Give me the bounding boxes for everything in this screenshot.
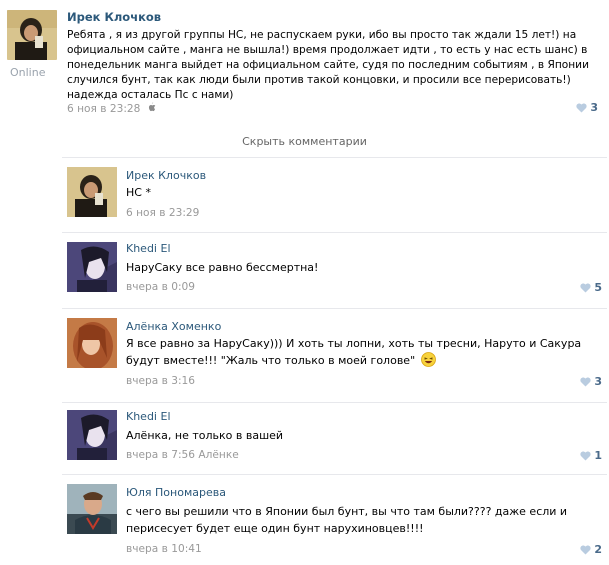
comment-text: Я все равно за НаруСаку))) И хоть ты лоп…	[126, 335, 596, 369]
comment: Юля Пономарева с чего вы решили что в Яп…	[62, 474, 607, 565]
comment-divider	[62, 308, 607, 309]
comment-divider	[62, 402, 607, 403]
post-date-text: 6 ноя в 23:28	[67, 103, 141, 115]
heart-icon	[580, 544, 591, 554]
comment-date[interactable]: вчера в 10:41	[126, 543, 202, 555]
comment-avatar[interactable]	[67, 410, 117, 460]
comment-avatar[interactable]	[67, 484, 117, 534]
post-date[interactable]: 6 ноя в 23:28	[67, 102, 156, 115]
apple-icon	[147, 102, 156, 115]
comment-divider	[62, 232, 607, 233]
comment-like-count: 2	[594, 543, 602, 556]
post-text: Ребята , я из другой группы НС, не распу…	[67, 29, 589, 101]
comment-like-count: 3	[594, 375, 602, 388]
comment: Khedi El Алёнка, не только в вашей вчера…	[62, 402, 607, 474]
comment-avatar[interactable]	[67, 167, 117, 217]
comment: Алёнка Хоменко Я все равно за НаруСаку))…	[62, 308, 607, 402]
comment-date[interactable]: вчера в 3:16	[126, 375, 195, 387]
comment: Khedi El НаруСаку все равно бессмертна! …	[62, 232, 607, 306]
post-author-avatar[interactable]	[7, 10, 57, 60]
comment-author[interactable]: Ирек Клочков	[126, 169, 206, 182]
comment-date[interactable]: вчера в 0:09	[126, 281, 195, 293]
comment-author[interactable]: Алёнка Хоменко	[126, 320, 221, 333]
comment-divider	[62, 474, 607, 475]
heart-icon	[576, 102, 587, 112]
comment-avatar[interactable]	[67, 318, 117, 368]
post-like-button[interactable]: 3	[576, 101, 598, 114]
heart-icon	[580, 450, 591, 460]
post-author-name[interactable]: Ирек Клочков	[67, 10, 161, 24]
comment-like-button[interactable]: 1	[580, 449, 602, 462]
comment-author[interactable]: Khedi El	[126, 242, 171, 255]
comment: Ирек Клочков НС * 6 ноя в 23:29	[62, 157, 607, 227]
comment-author[interactable]: Khedi El	[126, 410, 171, 423]
comment-like-count: 5	[594, 281, 602, 294]
comment-reply-to[interactable]: Алёнке	[198, 449, 238, 461]
hide-comments-link[interactable]: Скрыть комментарии	[0, 135, 609, 148]
comment-avatar[interactable]	[67, 242, 117, 292]
comment-text: с чего вы решили что в Японии был бунт, …	[126, 505, 568, 535]
comment-like-button[interactable]: 2	[580, 543, 602, 556]
comment-date[interactable]: вчера в 7:56	[126, 449, 195, 461]
comment-like-button[interactable]: 3	[580, 375, 602, 388]
comment-author[interactable]: Юля Пономарева	[126, 486, 226, 499]
comment-date[interactable]: 6 ноя в 23:29	[126, 207, 199, 219]
comment-text-body: Я все равно за НаруСаку))) И хоть ты лоп…	[126, 337, 582, 367]
heart-icon	[580, 376, 591, 386]
comment-text: НаруСаку все равно бессмертна!	[126, 261, 319, 274]
laughing-smiley-icon	[420, 352, 436, 367]
comment-meta: вчера в 7:56 Алёнке	[126, 449, 239, 461]
comment-like-count: 1	[594, 449, 602, 462]
comment-like-button[interactable]: 5	[580, 281, 602, 294]
comment-text: Алёнка, не только в вашей	[126, 429, 284, 442]
post-like-count: 3	[590, 101, 598, 114]
comment-text: НС *	[126, 186, 151, 199]
wall-post: Online Ирек Клочков Ребята , я из другой…	[0, 0, 609, 130]
online-status: Online	[10, 66, 46, 79]
heart-icon	[580, 282, 591, 292]
comment-divider	[62, 157, 607, 158]
